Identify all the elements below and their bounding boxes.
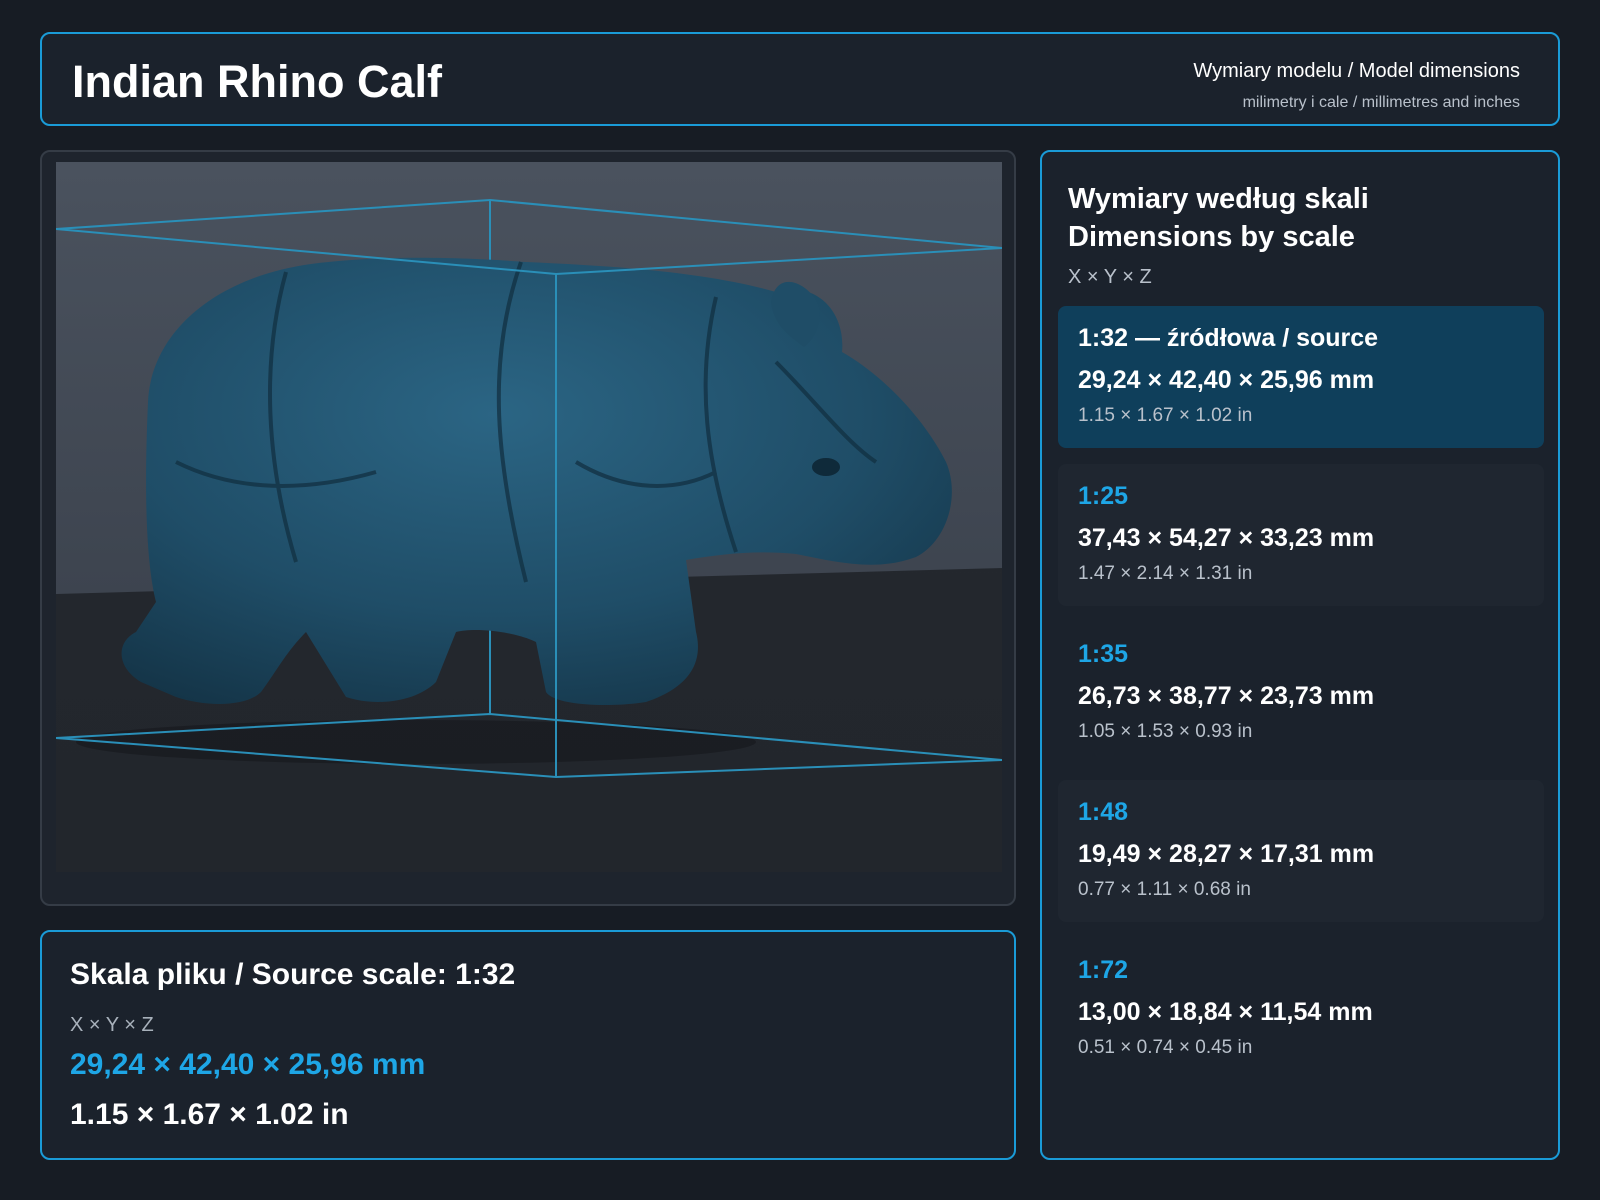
source-scale-title: Skala pliku / Source scale: 1:32 (70, 958, 516, 991)
scale-card-1-48[interactable]: 1:48 19,49 × 28,27 × 17,31 mm 0.77 × 1.1… (1058, 780, 1544, 922)
model-viewer[interactable] (40, 150, 1016, 906)
scale-label: 1:25 (1078, 482, 1129, 510)
scales-panel-title: Wymiary według skali Dimensions by scale (1068, 180, 1369, 256)
page-title: Indian Rhino Calf (72, 56, 442, 107)
scales-axes-label: X × Y × Z (1068, 266, 1152, 288)
scale-dimensions-mm: 13,00 × 18,84 × 11,54 mm (1078, 998, 1373, 1026)
scale-label: 1:48 (1078, 798, 1129, 826)
model-render (56, 162, 1002, 872)
source-dimensions-mm: 29,24 × 42,40 × 25,96 mm (70, 1048, 426, 1081)
scale-label: 1:35 (1078, 640, 1129, 668)
units-note: milimetry i cale / millimetres and inche… (1242, 94, 1520, 111)
scale-dimensions-mm: 37,43 × 54,27 × 33,23 mm (1078, 524, 1375, 552)
scales-title-en: Dimensions by scale (1068, 221, 1355, 253)
scale-dimensions-mm: 26,73 × 38,77 × 23,73 mm (1078, 682, 1375, 710)
scale-dimensions-mm: 19,49 × 28,27 × 17,31 mm (1078, 840, 1375, 868)
scale-card-1-72[interactable]: 1:72 13,00 × 18,84 × 11,54 mm 0.51 × 0.7… (1058, 938, 1544, 1080)
header-subtitle: Wymiary modelu / Model dimensions (1193, 60, 1520, 82)
source-axes-label: X × Y × Z (70, 1014, 154, 1036)
scale-dimensions-mm: 29,24 × 42,40 × 25,96 mm (1078, 366, 1375, 394)
scale-dimensions-in: 0.51 × 0.74 × 0.45 in (1078, 1037, 1253, 1058)
scale-card-1-25[interactable]: 1:25 37,43 × 54,27 × 33,23 mm 1.47 × 2.1… (1058, 464, 1544, 606)
scale-dimensions-in: 0.77 × 1.11 × 0.68 in (1078, 879, 1251, 900)
scale-card-1-32[interactable]: 1:32 — źródłowa / source 29,24 × 42,40 ×… (1058, 306, 1544, 448)
scale-dimensions-in: 1.05 × 1.53 × 0.93 in (1078, 721, 1253, 742)
scale-label: 1:32 — źródłowa / source (1078, 324, 1379, 352)
scales-panel: Wymiary według skali Dimensions by scale… (1040, 150, 1560, 1160)
scale-dimensions-in: 1.47 × 2.14 × 1.31 in (1078, 563, 1253, 584)
source-scale-card: Skala pliku / Source scale: 1:32 X × Y ×… (40, 930, 1016, 1160)
scale-dimensions-in: 1.15 × 1.67 × 1.02 in (1078, 405, 1253, 426)
scale-label: 1:72 (1078, 956, 1129, 984)
source-dimensions-in: 1.15 × 1.67 × 1.02 in (70, 1098, 349, 1131)
scale-card-1-35[interactable]: 1:35 26,73 × 38,77 × 23,73 mm 1.05 × 1.5… (1058, 622, 1544, 764)
header-bar: Indian Rhino Calf Wymiary modelu / Model… (40, 32, 1560, 126)
scales-title-pl: Wymiary według skali (1068, 183, 1369, 215)
